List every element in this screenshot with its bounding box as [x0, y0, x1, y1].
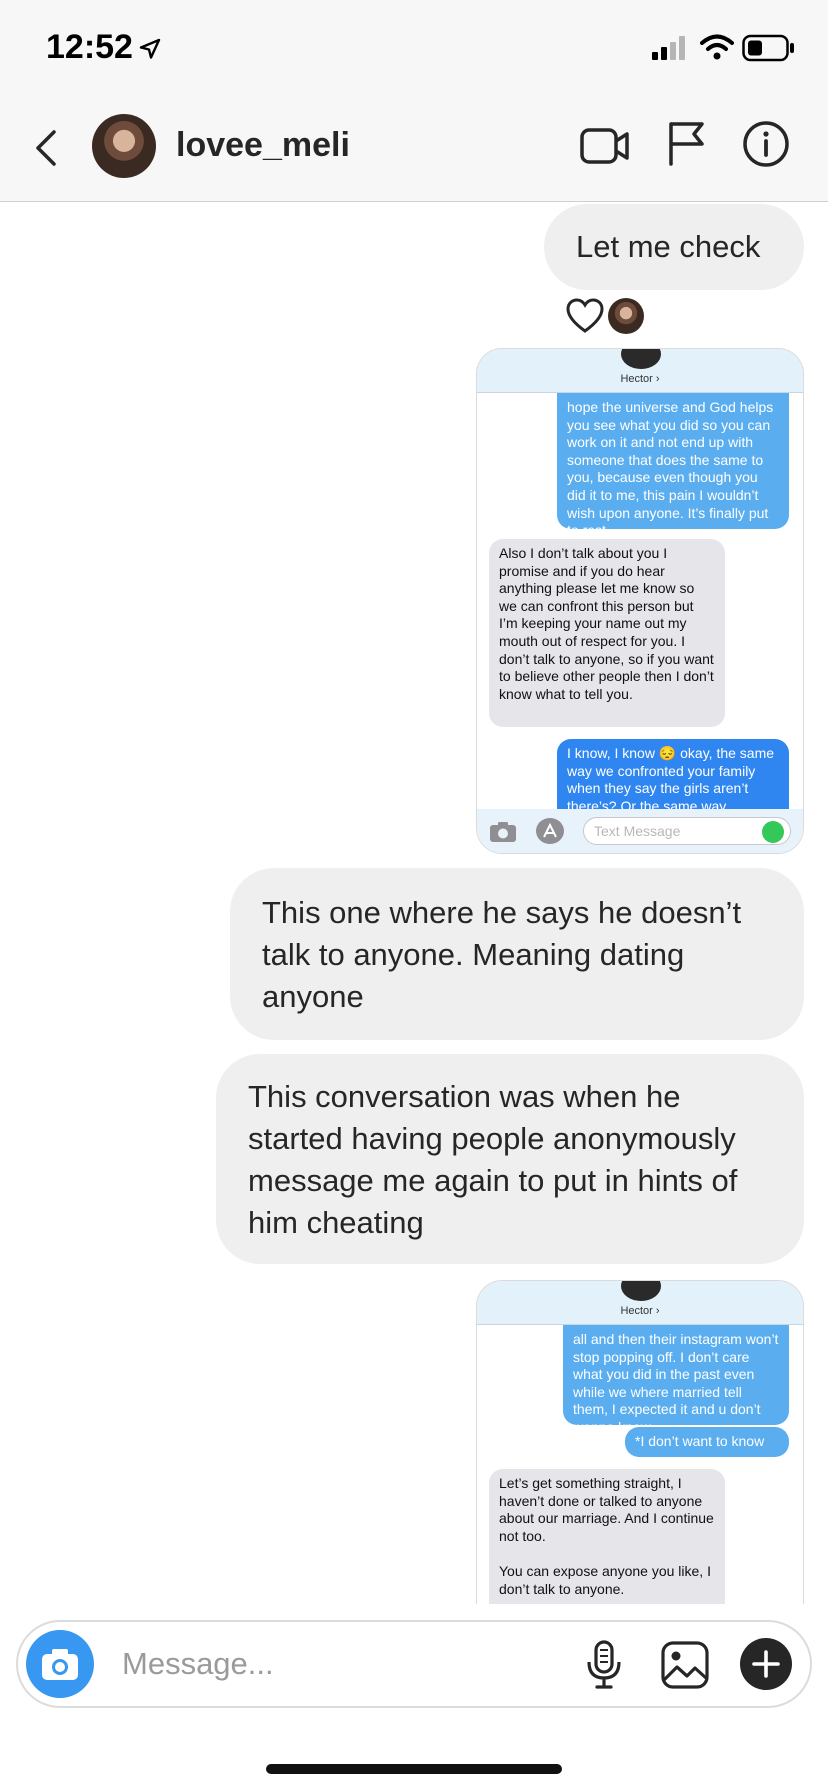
heart-reaction-icon[interactable] [566, 298, 604, 334]
screenshot-contact-avatar [621, 1281, 661, 1301]
screenshot-imessage-header: Hector › [477, 1281, 803, 1325]
cellular-signal-icon [652, 36, 685, 60]
sent-message-bubble[interactable]: This conversation was when he started ha… [216, 1054, 804, 1264]
sent-message-bubble[interactable]: This one where he says he doesn’t talk t… [230, 868, 804, 1040]
screenshot-text-field: Text Message [583, 817, 791, 845]
message-input[interactable] [122, 1642, 502, 1686]
screenshot-imessage-header: Hector › [477, 349, 803, 393]
info-icon[interactable] [742, 120, 790, 168]
battery-icon [742, 34, 794, 62]
screenshot-contact-name: Hector › [620, 1305, 660, 1317]
screenshot-contact-name: Hector › [620, 373, 660, 385]
status-bar: 12:52 [0, 0, 828, 96]
screenshot-sent-bubble: *I don’t want to know [625, 1427, 789, 1457]
screenshot-sent-bubble: I know, I know 😔 okay, the same way we c… [557, 739, 789, 811]
plus-icon [752, 1650, 780, 1678]
sent-message-bubble[interactable]: Let me check [544, 204, 804, 290]
screenshot-contact-avatar [621, 349, 661, 369]
screenshot-sent-bubble: all and then their instagram won’t stop … [563, 1325, 789, 1435]
more-options-button[interactable] [740, 1638, 792, 1690]
home-indicator[interactable] [266, 1764, 562, 1774]
video-call-icon[interactable] [580, 124, 630, 168]
chat-header: lovee_meli [0, 96, 828, 202]
shared-screenshot-image[interactable]: Hector › all and then their instagram wo… [476, 1280, 804, 1604]
contact-avatar[interactable] [92, 114, 156, 178]
message-text: This conversation was when he started ha… [248, 1079, 738, 1240]
screenshot-camera-icon [490, 822, 516, 842]
screenshot-send-icon [762, 821, 784, 843]
screenshot-appstore-icon [536, 818, 564, 844]
shared-screenshot-image[interactable]: Hector › hope the universe and God helps… [476, 348, 804, 854]
report-flag-icon[interactable] [666, 120, 706, 166]
screenshot-sent-bubble: hope the universe and God helps you see … [557, 393, 789, 538]
back-chevron-icon[interactable] [30, 126, 60, 170]
camera-button[interactable] [26, 1630, 94, 1698]
message-text: This one where he says he doesn’t talk t… [262, 895, 742, 1014]
wifi-icon [700, 34, 734, 60]
location-arrow-icon [139, 38, 161, 59]
screenshot-received-bubble: Let’s get something straight, I haven’t … [489, 1469, 725, 1604]
screenshot-received-bubble: Also I don’t talk about you I promise an… [489, 539, 725, 727]
message-text: Let me check [576, 229, 761, 264]
message-composer [16, 1620, 812, 1708]
screenshot-text-placeholder: Text Message [594, 823, 681, 839]
camera-icon [42, 1649, 78, 1680]
gallery-icon[interactable] [660, 1640, 710, 1690]
contact-username[interactable]: lovee_meli [176, 126, 350, 165]
reactor-avatar [608, 298, 644, 334]
screenshot-imessage-toolbar: Text Message [477, 809, 803, 853]
status-time: 12:52 [46, 28, 133, 66]
microphone-icon[interactable] [584, 1640, 624, 1690]
